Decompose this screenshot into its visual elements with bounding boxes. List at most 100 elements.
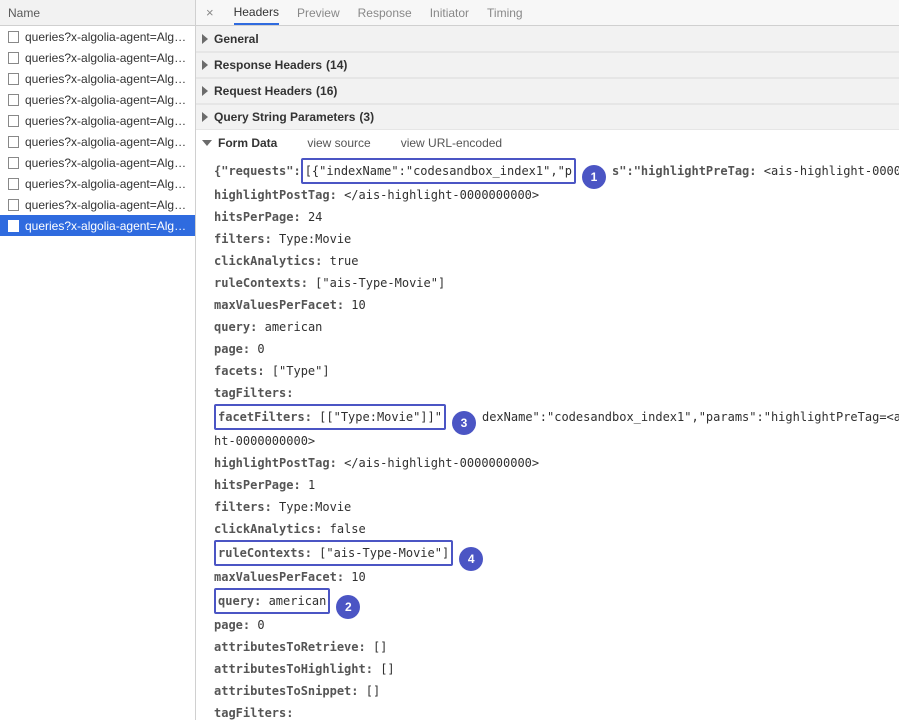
form-value: 10 — [351, 570, 365, 584]
app-root: Name queries?x-algolia-agent=Alg… querie… — [0, 0, 899, 720]
tab-preview[interactable]: Preview — [297, 0, 340, 25]
sections: General Response Headers (14) Request He… — [196, 26, 899, 720]
form-data-row: attributesToHighlight: [] — [214, 658, 899, 680]
file-icon — [8, 52, 19, 64]
form-data-row: query: american2 — [214, 588, 899, 614]
section-general[interactable]: General — [196, 26, 899, 52]
form-value: true — [330, 254, 359, 268]
file-icon — [8, 94, 19, 106]
main-panel: × Headers Preview Response Initiator Tim… — [196, 0, 899, 720]
tab-headers[interactable]: Headers — [234, 0, 279, 25]
form-data-row: maxValuesPerFacet: 10 — [214, 294, 899, 316]
file-icon — [8, 73, 19, 85]
caret-right-icon — [202, 60, 208, 70]
sidebar: Name queries?x-algolia-agent=Alg… querie… — [0, 0, 196, 720]
form-data-row: highlightPostTag: </ais-highlight-000000… — [214, 452, 899, 474]
caret-down-icon — [202, 140, 212, 146]
sidebar-item[interactable]: queries?x-algolia-agent=Alg… — [0, 26, 195, 47]
file-icon — [8, 178, 19, 190]
tab-initiator[interactable]: Initiator — [430, 0, 469, 25]
form-data-row: attributesToSnippet: [] — [214, 680, 899, 702]
form-key: page: — [214, 618, 250, 632]
view-source-link[interactable]: view source — [307, 136, 370, 150]
form-data-row: ruleContexts: ["ais-Type-Movie"]4 — [214, 540, 899, 566]
close-icon[interactable]: × — [204, 5, 216, 20]
form-value: 1 — [308, 478, 315, 492]
form-value: [["Type:Movie"]]" — [312, 410, 442, 424]
sidebar-item[interactable]: queries?x-algolia-agent=Alg… — [0, 194, 195, 215]
form-key: facets: — [214, 364, 265, 378]
file-icon — [8, 199, 19, 211]
form-data-row: hitsPerPage: 24 — [214, 206, 899, 228]
form-value: <ais-highlight-0000000000> — [757, 164, 899, 178]
form-value: Type:Movie — [279, 500, 351, 514]
form-value: american — [261, 594, 326, 608]
tab-timing[interactable]: Timing — [487, 0, 523, 25]
form-value: </ais-highlight-0000000000> — [344, 188, 539, 202]
annotation-box-4: ruleContexts: ["ais-Type-Movie"] — [214, 540, 453, 566]
form-data-row: tagFilters: — [214, 382, 899, 404]
sidebar-item-label: queries?x-algolia-agent=Alg… — [25, 156, 186, 170]
annotation-box-3: facetFilters: [["Type:Movie"]]" — [214, 404, 446, 430]
sidebar-item-label: queries?x-algolia-agent=Alg… — [25, 51, 186, 65]
section-count: (3) — [359, 110, 374, 124]
form-data-row: hitsPerPage: 1 — [214, 474, 899, 496]
form-data-row: clickAnalytics: false — [214, 518, 899, 540]
form-value: Type:Movie — [279, 232, 351, 246]
form-key: ruleContexts: — [218, 546, 312, 560]
file-icon — [8, 115, 19, 127]
form-key: filters: — [214, 500, 272, 514]
file-icon — [8, 220, 19, 232]
section-response-headers[interactable]: Response Headers (14) — [196, 52, 899, 78]
sidebar-item[interactable]: queries?x-algolia-agent=Alg… — [0, 89, 195, 110]
form-value: false — [330, 522, 366, 536]
sidebar-list: queries?x-algolia-agent=Alg… queries?x-a… — [0, 26, 195, 236]
form-data-row: query: american — [214, 316, 899, 338]
form-value: ["Type"] — [272, 364, 330, 378]
sidebar-item[interactable]: queries?x-algolia-agent=Alg… — [0, 47, 195, 68]
tab-bar: × Headers Preview Response Initiator Tim… — [196, 0, 899, 26]
section-title: Response Headers — [214, 58, 322, 72]
form-key: {"requests": — [214, 164, 301, 178]
sidebar-item[interactable]: queries?x-algolia-agent=Alg… — [0, 68, 195, 89]
tab-response[interactable]: Response — [358, 0, 412, 25]
form-key: page: — [214, 342, 250, 356]
form-key: tagFilters: — [214, 386, 293, 400]
form-key: maxValuesPerFacet: — [214, 570, 344, 584]
form-value: american — [265, 320, 323, 334]
section-form-data[interactable]: Form Data view source view URL-encoded — [196, 130, 899, 156]
sidebar-item[interactable]: queries?x-algolia-agent=Alg… — [0, 173, 195, 194]
sidebar-column-header[interactable]: Name — [0, 0, 195, 26]
caret-right-icon — [202, 86, 208, 96]
form-data-row: facetFilters: [["Type:Movie"]]"3dexName"… — [214, 404, 899, 430]
sidebar-item[interactable]: queries?x-algolia-agent=Alg… — [0, 131, 195, 152]
caret-right-icon — [202, 34, 208, 44]
form-key: attributesToSnippet: — [214, 684, 359, 698]
annotation-box-1: [{"indexName":"codesandbox_index1","p — [301, 158, 576, 184]
form-data-row: page: 0 — [214, 338, 899, 360]
sidebar-item[interactable]: queries?x-algolia-agent=Alg… — [0, 215, 195, 236]
form-key: s":"highlightPreTag: — [612, 164, 757, 178]
form-value: </ais-highlight-0000000000> — [344, 456, 539, 470]
section-title: Request Headers — [214, 84, 312, 98]
sidebar-item-label: queries?x-algolia-agent=Alg… — [25, 114, 186, 128]
section-query-string[interactable]: Query String Parameters (3) — [196, 104, 899, 130]
form-data-row: page: 0 — [214, 614, 899, 636]
sidebar-item[interactable]: queries?x-algolia-agent=Alg… — [0, 110, 195, 131]
sidebar-item-label: queries?x-algolia-agent=Alg… — [25, 72, 186, 86]
view-url-encoded-link[interactable]: view URL-encoded — [401, 136, 502, 150]
form-value: [] — [373, 640, 387, 654]
form-data-row: facets: ["Type"] — [214, 360, 899, 382]
sidebar-item-label: queries?x-algolia-agent=Alg… — [25, 198, 186, 212]
section-title: Query String Parameters — [214, 110, 355, 124]
form-key: attributesToRetrieve: — [214, 640, 366, 654]
form-value: [] — [380, 662, 394, 676]
form-key: clickAnalytics: — [214, 522, 322, 536]
sidebar-item-label: queries?x-algolia-agent=Alg… — [25, 219, 186, 233]
section-request-headers[interactable]: Request Headers (16) — [196, 78, 899, 104]
annotation-boxed-text: [{"indexName":"codesandbox_index1","p — [305, 164, 572, 178]
annotation-box-2: query: american — [214, 588, 330, 614]
sidebar-item[interactable]: queries?x-algolia-agent=Alg… — [0, 152, 195, 173]
caret-right-icon — [202, 112, 208, 122]
file-icon — [8, 31, 19, 43]
